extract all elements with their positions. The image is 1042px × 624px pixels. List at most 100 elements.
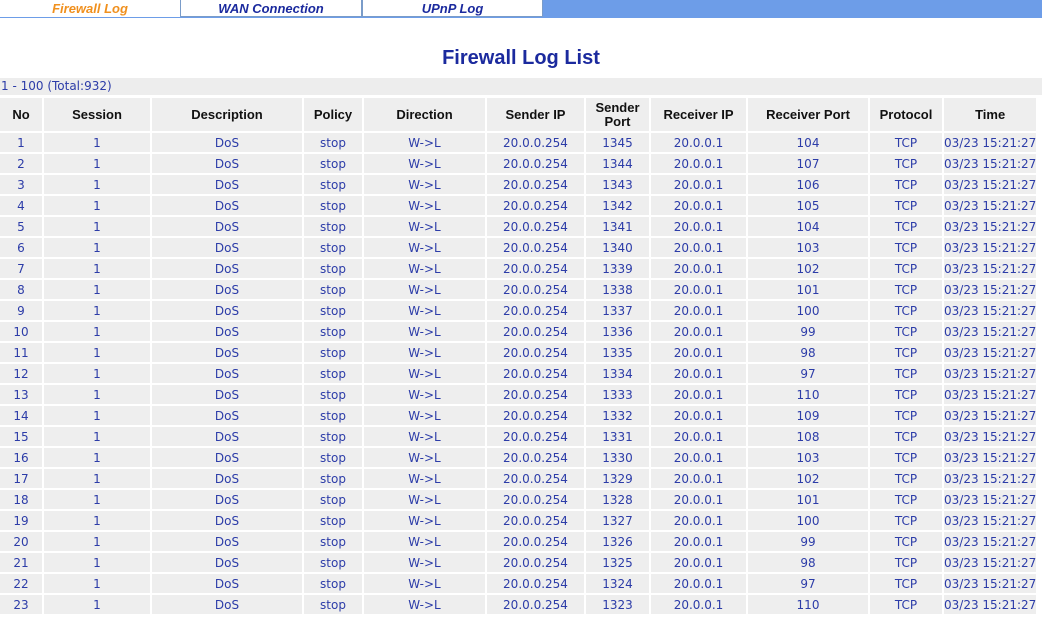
cell-description: DoS xyxy=(152,553,302,572)
cell-description: DoS xyxy=(152,133,302,152)
table-row: 11 1 DoS stop W->L 20.0.0.254 1335 20.0.0.1 98 TC… xyxy=(0,343,1037,362)
cell-protocol: TCP xyxy=(870,175,942,194)
cell-protocol: TCP xyxy=(870,490,942,509)
cell-policy: stop xyxy=(304,280,362,299)
cell-sender-ip: 20.0.0.254 xyxy=(487,385,584,404)
cell-direction: W->L xyxy=(364,469,485,488)
table-row: 13 1 DoS stop W->L 20.0.0.254 1333 20.0.0.1 110 T… xyxy=(0,385,1037,404)
cell-sender-ip: 20.0.0.254 xyxy=(487,595,584,614)
cell-session: 1 xyxy=(44,574,150,593)
cell-sender-ip: 20.0.0.254 xyxy=(487,343,584,362)
cell-session: 1 xyxy=(44,301,150,320)
table-row: 2 1 DoS stop W->L 20.0.0.254 1344 20.0.0.1 107 TC… xyxy=(0,154,1037,173)
table-body: 1 1 DoS stop W->L 20.0.0.254 1345 20.0.0.1 104 TC… xyxy=(0,133,1037,614)
col-header-receiver-ip: Receiver IP xyxy=(651,98,746,131)
tab-wan-connection[interactable]: WAN Connection xyxy=(180,0,362,17)
cell-policy: stop xyxy=(304,532,362,551)
tab-bar: Firewall Log WAN Connection UPnP Log xyxy=(0,0,1042,18)
cell-description: DoS xyxy=(152,259,302,278)
cell-receiver-port: 102 xyxy=(748,259,868,278)
table-row: 1 1 DoS stop W->L 20.0.0.254 1345 20.0.0.1 104 TC… xyxy=(0,133,1037,152)
cell-protocol: TCP xyxy=(870,301,942,320)
cell-description: DoS xyxy=(152,385,302,404)
cell-time: 03/23 15:21:27 xyxy=(944,490,1037,509)
cell-description: DoS xyxy=(152,217,302,236)
cell-receiver-ip: 20.0.0.1 xyxy=(651,238,746,257)
cell-session: 1 xyxy=(44,343,150,362)
cell-time: 03/23 15:21:27 xyxy=(944,574,1037,593)
cell-sender-port: 1326 xyxy=(586,532,649,551)
cell-time: 03/23 15:21:27 xyxy=(944,217,1037,236)
table-row: 16 1 DoS stop W->L 20.0.0.254 1330 20.0.0.1 103 T… xyxy=(0,448,1037,467)
cell-protocol: TCP xyxy=(870,154,942,173)
cell-time: 03/23 15:21:27 xyxy=(944,595,1037,614)
cell-sender-ip: 20.0.0.254 xyxy=(487,469,584,488)
cell-no: 10 xyxy=(0,322,42,341)
cell-receiver-ip: 20.0.0.1 xyxy=(651,427,746,446)
cell-description: DoS xyxy=(152,469,302,488)
cell-sender-ip: 20.0.0.254 xyxy=(487,301,584,320)
cell-sender-port: 1340 xyxy=(586,238,649,257)
cell-sender-port: 1327 xyxy=(586,511,649,530)
cell-receiver-ip: 20.0.0.1 xyxy=(651,280,746,299)
cell-protocol: TCP xyxy=(870,343,942,362)
cell-receiver-ip: 20.0.0.1 xyxy=(651,196,746,215)
cell-session: 1 xyxy=(44,133,150,152)
cell-receiver-ip: 20.0.0.1 xyxy=(651,448,746,467)
tab-upnp-log[interactable]: UPnP Log xyxy=(362,0,543,17)
cell-no: 13 xyxy=(0,385,42,404)
cell-policy: stop xyxy=(304,364,362,383)
cell-sender-ip: 20.0.0.254 xyxy=(487,490,584,509)
table-row: 19 1 DoS stop W->L 20.0.0.254 1327 20.0.0.1 100 T… xyxy=(0,511,1037,530)
cell-policy: stop xyxy=(304,154,362,173)
cell-direction: W->L xyxy=(364,364,485,383)
cell-direction: W->L xyxy=(364,595,485,614)
cell-no: 15 xyxy=(0,427,42,446)
cell-time: 03/23 15:21:27 xyxy=(944,364,1037,383)
cell-description: DoS xyxy=(152,532,302,551)
cell-protocol: TCP xyxy=(870,553,942,572)
cell-protocol: TCP xyxy=(870,574,942,593)
cell-receiver-port: 103 xyxy=(748,238,868,257)
cell-policy: stop xyxy=(304,490,362,509)
cell-time: 03/23 15:21:27 xyxy=(944,238,1037,257)
cell-session: 1 xyxy=(44,385,150,404)
col-header-receiver-port: Receiver Port xyxy=(748,98,868,131)
table-row: 9 1 DoS stop W->L 20.0.0.254 1337 20.0.0.1 100 TC… xyxy=(0,301,1037,320)
cell-time: 03/23 15:21:27 xyxy=(944,385,1037,404)
cell-receiver-ip: 20.0.0.1 xyxy=(651,385,746,404)
cell-sender-port: 1334 xyxy=(586,364,649,383)
cell-receiver-ip: 20.0.0.1 xyxy=(651,301,746,320)
cell-sender-ip: 20.0.0.254 xyxy=(487,175,584,194)
cell-no: 19 xyxy=(0,511,42,530)
cell-session: 1 xyxy=(44,511,150,530)
cell-sender-port: 1325 xyxy=(586,553,649,572)
cell-no: 17 xyxy=(0,469,42,488)
table-row: 7 1 DoS stop W->L 20.0.0.254 1339 20.0.0.1 102 TC… xyxy=(0,259,1037,278)
cell-description: DoS xyxy=(152,322,302,341)
cell-direction: W->L xyxy=(364,259,485,278)
cell-direction: W->L xyxy=(364,322,485,341)
cell-receiver-ip: 20.0.0.1 xyxy=(651,532,746,551)
cell-no: 8 xyxy=(0,280,42,299)
cell-sender-port: 1345 xyxy=(586,133,649,152)
cell-direction: W->L xyxy=(364,343,485,362)
cell-session: 1 xyxy=(44,532,150,551)
tab-firewall-log[interactable]: Firewall Log xyxy=(0,0,180,17)
cell-direction: W->L xyxy=(364,217,485,236)
cell-receiver-ip: 20.0.0.1 xyxy=(651,133,746,152)
cell-policy: stop xyxy=(304,553,362,572)
cell-protocol: TCP xyxy=(870,322,942,341)
col-header-time: Time xyxy=(944,98,1037,131)
firewall-log-table: No Session Description Policy Direction … xyxy=(0,96,1038,616)
cell-direction: W->L xyxy=(364,574,485,593)
cell-sender-port: 1332 xyxy=(586,406,649,425)
cell-protocol: TCP xyxy=(870,196,942,215)
col-header-sender-port: Sender Port xyxy=(586,98,649,131)
cell-protocol: TCP xyxy=(870,133,942,152)
cell-no: 7 xyxy=(0,259,42,278)
cell-description: DoS xyxy=(152,175,302,194)
table-row: 8 1 DoS stop W->L 20.0.0.254 1338 20.0.0.1 101 TC… xyxy=(0,280,1037,299)
cell-sender-port: 1330 xyxy=(586,448,649,467)
cell-protocol: TCP xyxy=(870,364,942,383)
